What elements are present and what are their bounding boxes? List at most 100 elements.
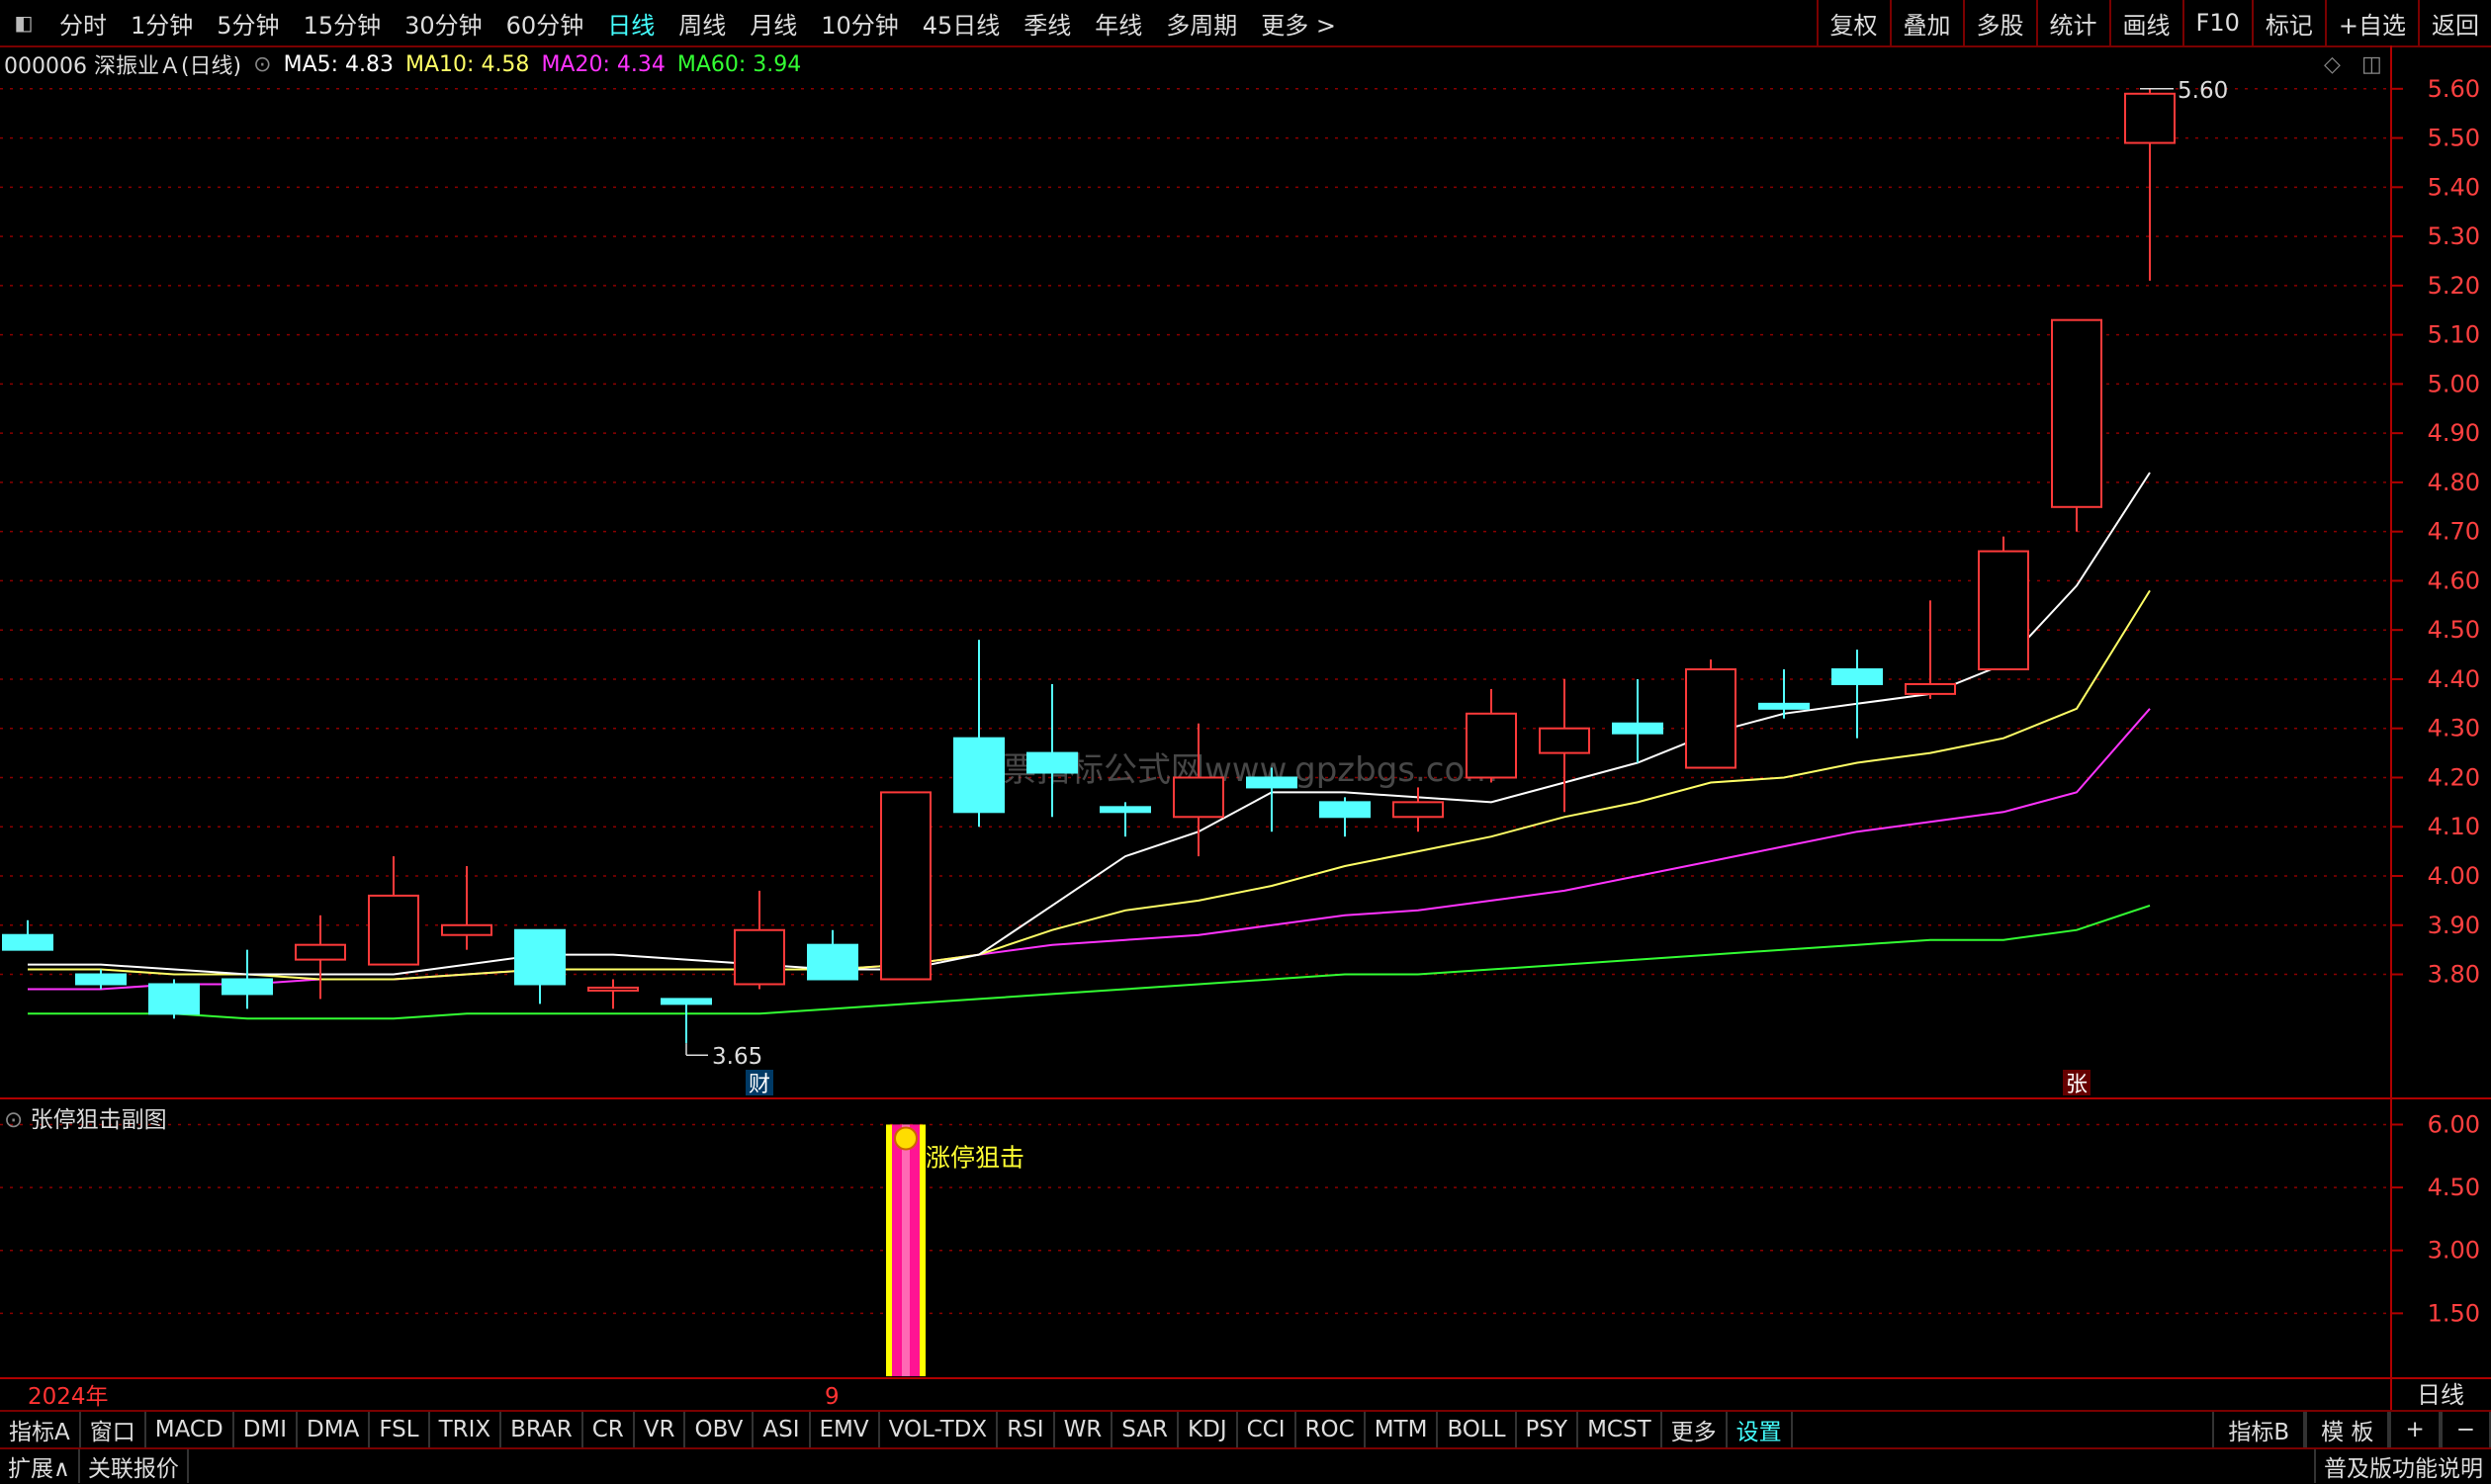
related-quote-button[interactable]: 关联报价	[80, 1448, 189, 1483]
indicator-tab[interactable]: KDJ	[1179, 1412, 1238, 1447]
candle	[1319, 797, 1371, 837]
candle	[148, 979, 200, 1019]
indicator-tab[interactable]: ASI	[754, 1412, 811, 1447]
template-tab[interactable]: +	[2389, 1412, 2441, 1447]
candle-body	[807, 943, 858, 981]
template-tab[interactable]: 指标B	[2212, 1412, 2306, 1447]
indicator-tab[interactable]: VR	[635, 1412, 686, 1447]
candle-body	[1246, 776, 1297, 789]
price-tick-label: 4.30	[2428, 715, 2480, 742]
candle-body	[222, 978, 273, 996]
candle	[1173, 723, 1224, 857]
indicator-tab[interactable]: VOL-TDX	[880, 1412, 999, 1447]
candle	[1539, 678, 1590, 813]
candle-body	[1612, 722, 1663, 735]
sub-tick-label: 1.50	[2428, 1299, 2480, 1327]
indicator-tab[interactable]: 更多	[1662, 1412, 1728, 1447]
status-bar: 扩展∧ 关联报价 普及版功能说明	[0, 1447, 2491, 1484]
indicator-tabs: 指标A 窗口 MACD DMI DMA FSL TRIX BRAR CR VR OBV ASI EMV V…	[0, 1410, 2491, 1449]
sub-value-axis: 6.00 4.50 3.00 1.50	[2391, 1110, 2480, 1327]
expand-button[interactable]: 扩展∧	[0, 1448, 80, 1483]
candle	[441, 866, 492, 950]
candle-body	[148, 983, 200, 1015]
year-label: 2024年	[28, 1384, 109, 1410]
sub-tick-label: 6.00	[2428, 1110, 2480, 1138]
candle-body	[295, 943, 346, 961]
candle-body	[1100, 806, 1151, 814]
price-tick-label: 5.50	[2428, 125, 2480, 152]
moving-averages	[28, 472, 2151, 1020]
price-tick-label: 4.60	[2428, 567, 2480, 594]
sub-chart-title[interactable]: ⊙ 张停狙击副图	[4, 1100, 167, 1134]
candle-body	[441, 923, 492, 936]
kline-chart[interactable]: 股票指标公式网www.gpzbgs.com 5.605.505.405.305.…	[0, 0, 2491, 1484]
price-tick-label: 3.80	[2428, 961, 2480, 989]
indicator-tab[interactable]: OBV	[685, 1412, 755, 1447]
price-tick-label: 5.20	[2428, 272, 2480, 300]
indicator-tab[interactable]: ROC	[1296, 1412, 1366, 1447]
price-tick-label: 3.90	[2428, 912, 2480, 939]
candle	[222, 949, 273, 1009]
indicator-tab[interactable]: TRIX	[430, 1412, 502, 1447]
candle-body	[2, 933, 53, 951]
candle	[295, 915, 346, 1000]
indicator-tab[interactable]: CCI	[1238, 1412, 1296, 1447]
marker-label: 财	[749, 1073, 770, 1097]
indicator-tab[interactable]: EMV	[811, 1412, 880, 1447]
candle-body	[2051, 318, 2102, 508]
ma60-line	[28, 904, 2151, 1020]
sub-tick-label: 4.50	[2428, 1174, 2480, 1201]
indicator-tab[interactable]: CR	[583, 1412, 635, 1447]
signal-label: 涨停狙击	[926, 1143, 1024, 1172]
indicator-tab[interactable]: 设置	[1728, 1412, 1793, 1447]
candle	[1978, 536, 2029, 670]
candle-body	[75, 973, 127, 986]
signal-icon	[894, 1126, 918, 1151]
price-tick-label: 4.00	[2428, 862, 2480, 890]
month-label: 9	[825, 1384, 840, 1410]
candle	[514, 928, 566, 1004]
collapse-sub-icon[interactable]: ⊙	[4, 1107, 23, 1133]
candle-body	[1173, 776, 1224, 819]
high-price-label: 5.60	[2178, 78, 2228, 104]
candle-body	[1905, 682, 1956, 695]
price-tick-label: 5.40	[2428, 173, 2480, 201]
indicator-tab[interactable]: MCST	[1578, 1412, 1662, 1447]
price-tick-label: 4.40	[2428, 665, 2480, 693]
candle-body	[734, 928, 785, 986]
candle	[368, 856, 419, 966]
sub-chart-name: 张停狙击副图	[30, 1107, 167, 1133]
candle-body	[1026, 751, 1078, 774]
price-tick-label: 4.90	[2428, 419, 2480, 447]
candle	[2124, 88, 2176, 281]
indicator-tab[interactable]: MTM	[1366, 1412, 1439, 1447]
indicator-tab[interactable]: 指标A	[0, 1412, 81, 1447]
candles	[2, 88, 2176, 1044]
indicator-tab[interactable]: 窗口	[81, 1412, 146, 1447]
candle-body	[661, 998, 712, 1005]
candle	[1246, 767, 1297, 832]
template-tab[interactable]: 模 板	[2305, 1412, 2390, 1447]
candle-body	[953, 737, 1005, 814]
indicator-tab[interactable]: MACD	[146, 1412, 234, 1447]
edition-info-button[interactable]: 普及版功能说明	[2314, 1448, 2491, 1483]
candle	[75, 969, 127, 990]
indicator-tab[interactable]: RSI	[998, 1412, 1055, 1447]
indicator-tab[interactable]: BOLL	[1438, 1412, 1517, 1447]
indicator-tab[interactable]: SAR	[1112, 1412, 1180, 1447]
marker-label: 张	[2066, 1073, 2088, 1097]
candle	[1392, 787, 1444, 832]
indicator-tab[interactable]: PSY	[1517, 1412, 1579, 1447]
indicator-tab[interactable]: BRAR	[501, 1412, 583, 1447]
candle-body	[1466, 712, 1517, 779]
indicator-tab[interactable]: WR	[1055, 1412, 1113, 1447]
price-tick-label: 5.00	[2428, 370, 2480, 397]
indicator-tab[interactable]: FSL	[370, 1412, 430, 1447]
indicator-tab[interactable]: DMI	[234, 1412, 299, 1447]
price-tick-label: 4.50	[2428, 616, 2480, 644]
price-tick-label: 5.10	[2428, 321, 2480, 349]
indicator-tab[interactable]: DMA	[298, 1412, 371, 1447]
candle-body	[1539, 727, 1590, 754]
template-tab[interactable]: −	[2440, 1412, 2491, 1447]
candle	[1905, 600, 1956, 699]
